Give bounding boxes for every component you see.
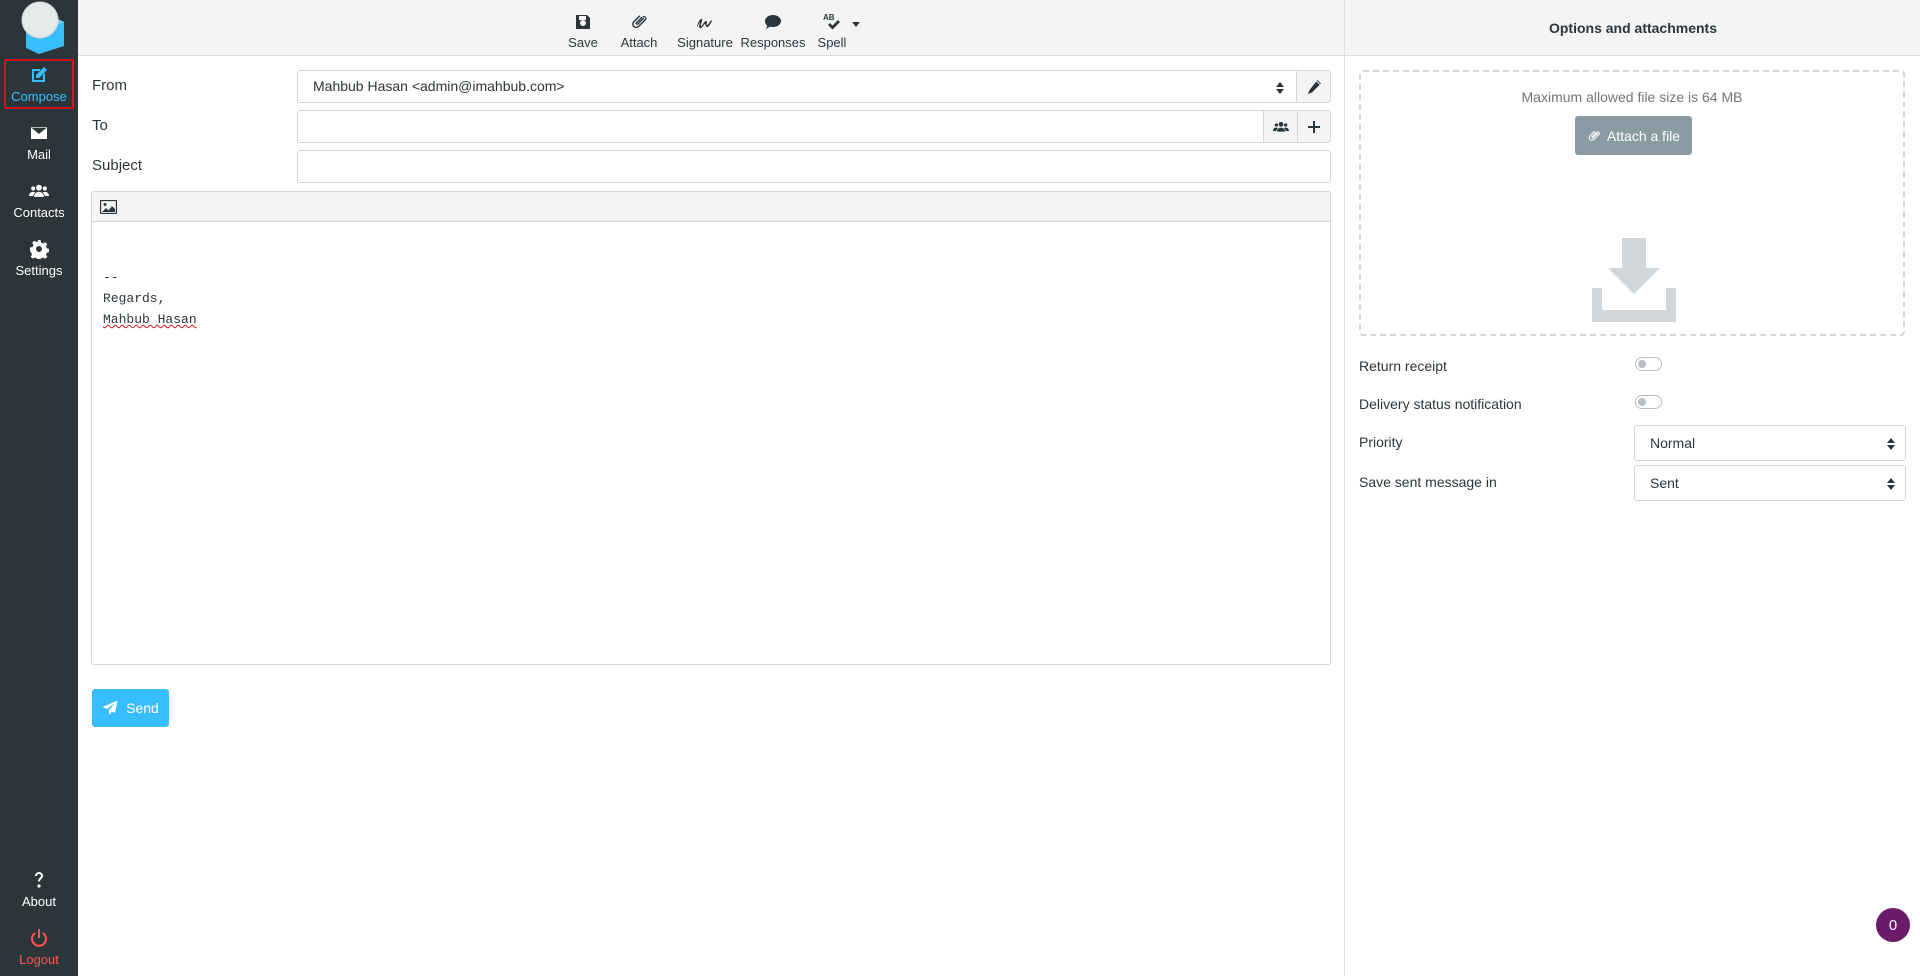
attach-file-label: Attach a file: [1606, 127, 1681, 144]
send-label: Send: [126, 700, 159, 716]
attach-label: Attach: [620, 35, 658, 50]
add-header-button[interactable]: [1297, 110, 1331, 143]
address-book-button[interactable]: [1263, 110, 1298, 143]
envelope-icon: [31, 126, 47, 139]
nav-about[interactable]: About: [0, 862, 78, 916]
power-icon: [31, 928, 47, 947]
subject-input[interactable]: [297, 150, 1331, 183]
save-sent-label: Save sent message in: [1359, 474, 1497, 490]
gear-icon: [30, 239, 49, 259]
nav-logout-label: Logout: [19, 951, 59, 967]
nav-logout[interactable]: Logout: [0, 920, 78, 974]
nav-contacts[interactable]: Contacts: [0, 173, 78, 227]
from-value: Mahbub Hasan <admin@imahbub.com>: [313, 78, 565, 94]
nav-about-label: About: [22, 893, 56, 909]
spell-label: Spell: [817, 35, 847, 50]
sidebar-nav: Compose Mail Contacts Settings About Log…: [0, 0, 78, 976]
paperclip-icon: [632, 15, 647, 29]
priority-value: Normal: [1650, 435, 1696, 451]
nav-compose[interactable]: Compose: [0, 57, 78, 111]
paperclip-icon: [1588, 130, 1600, 141]
select-arrows-icon: [1276, 82, 1284, 94]
options-panel: Options and attachments Maximum allowed …: [1344, 0, 1920, 976]
compose-main: Save Attach Signature Responses AB Spell…: [78, 0, 1344, 976]
download-icon: [1592, 238, 1676, 322]
message-body-editor[interactable]: -- Regards, Mahbub Hasan: [91, 221, 1331, 665]
responses-button[interactable]: Responses: [733, 6, 813, 50]
to-label: To: [92, 117, 108, 134]
signature-label: Signature: [677, 35, 733, 50]
floppy-disk-icon: [576, 15, 590, 29]
return-receipt-toggle[interactable]: [1635, 357, 1662, 371]
attach-file-button[interactable]: Attach a file: [1575, 116, 1692, 155]
app-logo: [12, 0, 66, 54]
send-button[interactable]: Send: [92, 689, 169, 727]
from-select[interactable]: Mahbub Hasan <admin@imahbub.com>: [297, 70, 1299, 103]
users-icon: [29, 184, 49, 197]
delivery-status-label: Delivery status notification: [1359, 396, 1522, 412]
responses-label: Responses: [740, 35, 806, 50]
pencil-icon: [1307, 79, 1321, 94]
return-receipt-label: Return receipt: [1359, 358, 1447, 374]
save-label: Save: [568, 35, 598, 50]
svg-text:AB: AB: [823, 13, 835, 22]
question-icon: [35, 871, 43, 888]
signature-icon: [697, 18, 712, 29]
from-label: From: [92, 77, 127, 94]
signature-button[interactable]: Signature: [670, 6, 740, 50]
signature-regards: Regards,: [103, 291, 166, 306]
max-file-size-text: Maximum allowed file size is 64 MB: [1521, 89, 1743, 105]
save-sent-value: Sent: [1650, 475, 1679, 491]
comment-icon: [765, 15, 781, 29]
subject-label: Subject: [92, 157, 143, 174]
spell-button[interactable]: AB Spell: [814, 6, 850, 50]
nav-settings[interactable]: Settings: [0, 231, 78, 285]
options-title: Options and attachments: [1345, 0, 1920, 56]
select-arrows-icon: [1887, 438, 1895, 450]
signature-name: Mahbub Hasan: [103, 312, 197, 327]
to-input[interactable]: [297, 110, 1264, 143]
editor-toolbar: [91, 191, 1331, 221]
users-icon: [1272, 121, 1289, 132]
nav-contacts-label: Contacts: [13, 204, 65, 220]
spell-dropdown-caret[interactable]: [852, 22, 860, 27]
image-icon[interactable]: [100, 200, 117, 214]
signature-separator: --: [103, 270, 119, 285]
paper-plane-icon: [102, 700, 118, 715]
plus-icon: [1308, 120, 1320, 133]
compose-toolbar: Save Attach Signature Responses AB Spell: [78, 0, 1344, 56]
priority-label: Priority: [1359, 434, 1403, 450]
delivery-status-toggle[interactable]: [1635, 395, 1662, 409]
notification-badge[interactable]: 0: [1876, 908, 1910, 942]
attachment-dropzone[interactable]: Maximum allowed file size is 64 MB Attac…: [1359, 70, 1905, 336]
nav-settings-label: Settings: [15, 262, 63, 278]
save-button[interactable]: Save: [563, 6, 603, 50]
nav-mail-label: Mail: [27, 146, 51, 162]
save-sent-select[interactable]: Sent: [1634, 465, 1906, 501]
attach-button[interactable]: Attach: [619, 6, 659, 50]
nav-mail[interactable]: Mail: [0, 115, 78, 169]
select-arrows-icon: [1887, 478, 1895, 490]
edit-identities-button[interactable]: [1296, 70, 1331, 103]
priority-select[interactable]: Normal: [1634, 425, 1906, 461]
spellcheck-icon: AB: [823, 13, 840, 30]
